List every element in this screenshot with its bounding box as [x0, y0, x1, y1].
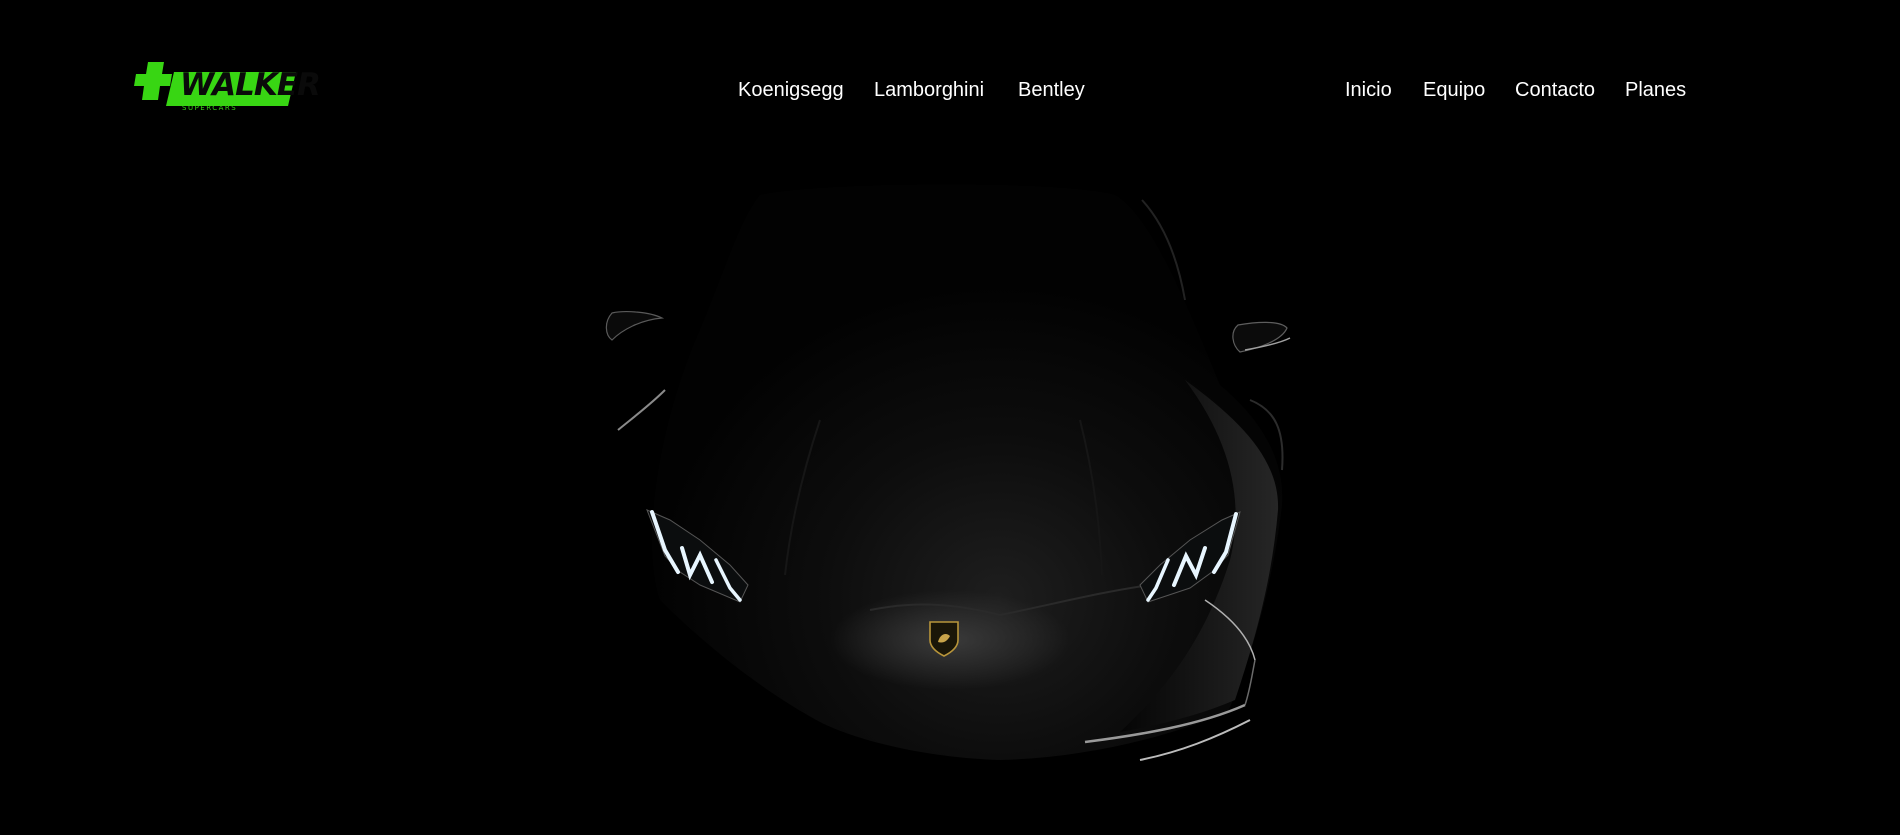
nav-link-equipo[interactable]: Equipo: [1423, 78, 1485, 102]
nav-link-contacto[interactable]: Contacto: [1515, 78, 1595, 102]
nav-link-koenigsegg[interactable]: Koenigsegg: [738, 78, 844, 102]
walker-supercars-logo[interactable]: WALKER SUPERCARS: [134, 58, 321, 118]
nav-link-bentley[interactable]: Bentley: [1018, 78, 1085, 102]
logo-subtitle: SUPERCARS: [182, 104, 238, 112]
nav-link-inicio[interactable]: Inicio: [1345, 78, 1392, 102]
nav-link-planes[interactable]: Planes: [1625, 78, 1686, 102]
hero-section: [0, 0, 1900, 835]
hero-car-image: [605, 184, 1291, 761]
logo-wordmark: WALKER: [180, 67, 321, 103]
nav-link-lamborghini[interactable]: Lamborghini: [874, 78, 984, 102]
